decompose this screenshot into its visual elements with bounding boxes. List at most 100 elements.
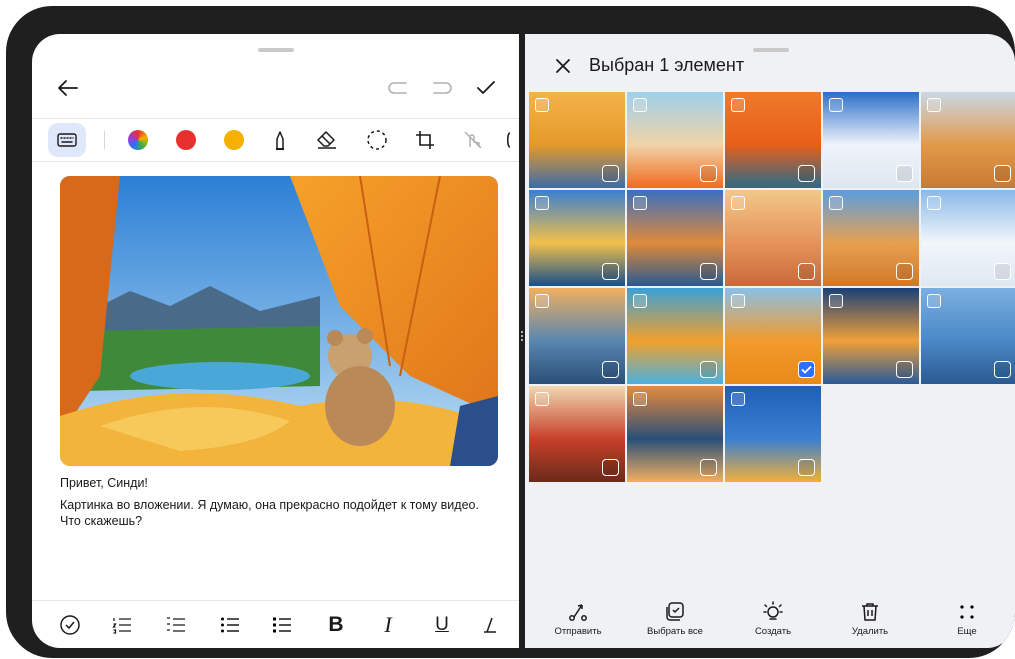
select-checkbox[interactable] [896, 361, 913, 378]
confirm-check-icon[interactable] [472, 74, 500, 102]
select-checkbox[interactable] [896, 263, 913, 280]
select-checkbox[interactable] [602, 165, 619, 182]
send-button[interactable]: Отправить [538, 598, 618, 637]
gallery-pane: Выбран 1 элемент Отправить Выбрать все С… [525, 34, 1015, 648]
select-checkbox[interactable] [798, 361, 815, 378]
pane-grab-handle[interactable] [753, 48, 789, 52]
photo-coast-road[interactable] [529, 288, 625, 384]
photo-desert-rock[interactable] [823, 190, 919, 286]
lasso-select-icon[interactable] [364, 127, 390, 153]
photo-night-lamp[interactable] [823, 288, 919, 384]
select-checkbox[interactable] [602, 263, 619, 280]
expand-preview-icon[interactable] [731, 98, 745, 112]
select-checkbox[interactable] [700, 459, 717, 476]
photo-paper-boat[interactable] [627, 92, 723, 188]
select-all-button[interactable]: Выбрать все [635, 598, 715, 637]
photo-highway[interactable] [921, 288, 1015, 384]
create-label: Создать [754, 626, 792, 637]
select-checkbox[interactable] [602, 459, 619, 476]
back-arrow-icon[interactable] [54, 74, 82, 102]
undo-icon[interactable] [384, 74, 412, 102]
square-bullet-list-icon[interactable] [268, 611, 296, 639]
create-button[interactable]: Создать [733, 598, 813, 637]
photo-snow-chairs[interactable] [921, 190, 1015, 286]
select-checkbox[interactable] [798, 459, 815, 476]
share-icon [538, 598, 618, 626]
checklist-icon[interactable] [56, 611, 84, 639]
photo-temple[interactable] [529, 386, 625, 482]
expand-preview-icon[interactable] [633, 392, 647, 406]
expand-preview-icon[interactable] [633, 294, 647, 308]
greeting-text[interactable]: Привет, Синди! [60, 476, 148, 490]
select-checkbox[interactable] [896, 165, 913, 182]
red-color-swatch[interactable] [176, 130, 196, 150]
photo-woman-field[interactable] [529, 92, 625, 188]
more-tools-indicator[interactable] [502, 127, 514, 153]
formatting-bar: B I U [32, 600, 519, 648]
expand-preview-icon[interactable] [535, 392, 549, 406]
crop-icon[interactable] [412, 127, 438, 153]
photo-colorful-houses[interactable] [529, 190, 625, 286]
expand-preview-icon[interactable] [829, 294, 843, 308]
yellow-color-swatch[interactable] [224, 130, 244, 150]
notes-pane: Привет, Синди! Картинка во вложении. Я д… [32, 34, 519, 648]
expand-preview-icon[interactable] [829, 98, 843, 112]
pane-grab-handle[interactable] [258, 48, 294, 52]
expand-preview-icon[interactable] [927, 98, 941, 112]
select-checkbox[interactable] [798, 263, 815, 280]
drawing-toolbar [32, 118, 519, 162]
photo-beach-items[interactable] [725, 92, 821, 188]
expand-preview-icon[interactable] [535, 196, 549, 210]
underline-button[interactable]: U [428, 611, 456, 639]
photo-rock-arch[interactable] [627, 190, 723, 286]
photo-skier[interactable] [823, 92, 919, 188]
bold-button[interactable]: B [322, 611, 350, 639]
expand-preview-icon[interactable] [633, 98, 647, 112]
keyboard-icon[interactable] [48, 123, 86, 157]
select-all-label: Выбрать все [647, 626, 703, 637]
expand-preview-icon[interactable] [731, 294, 745, 308]
expand-preview-icon[interactable] [535, 98, 549, 112]
select-checkbox[interactable] [602, 361, 619, 378]
attached-tent-photo[interactable] [60, 176, 498, 466]
bullet-list-icon[interactable] [216, 611, 244, 639]
expand-preview-icon[interactable] [927, 294, 941, 308]
italic-button[interactable]: I [374, 611, 402, 639]
select-checkbox[interactable] [700, 165, 717, 182]
expand-preview-icon[interactable] [633, 196, 647, 210]
editor-top-bar [32, 70, 519, 106]
foldable-device: Привет, Синди! Картинка во вложении. Я д… [6, 6, 1015, 658]
expand-preview-icon[interactable] [927, 196, 941, 210]
color-palette-icon[interactable] [128, 130, 148, 150]
photo-bridge[interactable] [627, 386, 723, 482]
close-icon[interactable] [551, 54, 575, 78]
select-checkbox[interactable] [994, 263, 1011, 280]
photo-balloon[interactable] [725, 386, 821, 482]
bulb-icon [733, 598, 813, 626]
photo-beach-chairs[interactable] [725, 190, 821, 286]
message-text[interactable]: Картинка во вложении. Я думаю, она прекр… [60, 497, 500, 529]
select-checkbox[interactable] [994, 361, 1011, 378]
more-label: Еще [957, 626, 977, 637]
delete-button[interactable]: Удалить [830, 598, 910, 637]
eraser-icon[interactable] [314, 127, 340, 153]
pen-icon[interactable] [268, 127, 292, 153]
photo-tent-view[interactable] [725, 288, 821, 384]
select-checkbox[interactable] [700, 361, 717, 378]
expand-preview-icon[interactable] [731, 392, 745, 406]
redo-icon[interactable] [428, 74, 456, 102]
select-checkbox[interactable] [994, 165, 1011, 182]
more-button[interactable]: Еще [927, 598, 1007, 637]
expand-preview-icon[interactable] [535, 294, 549, 308]
expand-preview-icon[interactable] [829, 196, 843, 210]
select-checkbox[interactable] [798, 165, 815, 182]
numbered-list-icon[interactable] [108, 611, 136, 639]
touch-draw-off-icon[interactable] [460, 127, 486, 153]
select-checkbox[interactable] [700, 263, 717, 280]
expand-preview-icon[interactable] [731, 196, 745, 210]
strikethrough-icon[interactable] [478, 611, 502, 639]
photo-umbrella-sea[interactable] [627, 288, 723, 384]
photo-camels-desert[interactable] [921, 92, 1015, 188]
send-label: Отправить [554, 626, 602, 637]
lettered-list-icon[interactable] [162, 611, 190, 639]
